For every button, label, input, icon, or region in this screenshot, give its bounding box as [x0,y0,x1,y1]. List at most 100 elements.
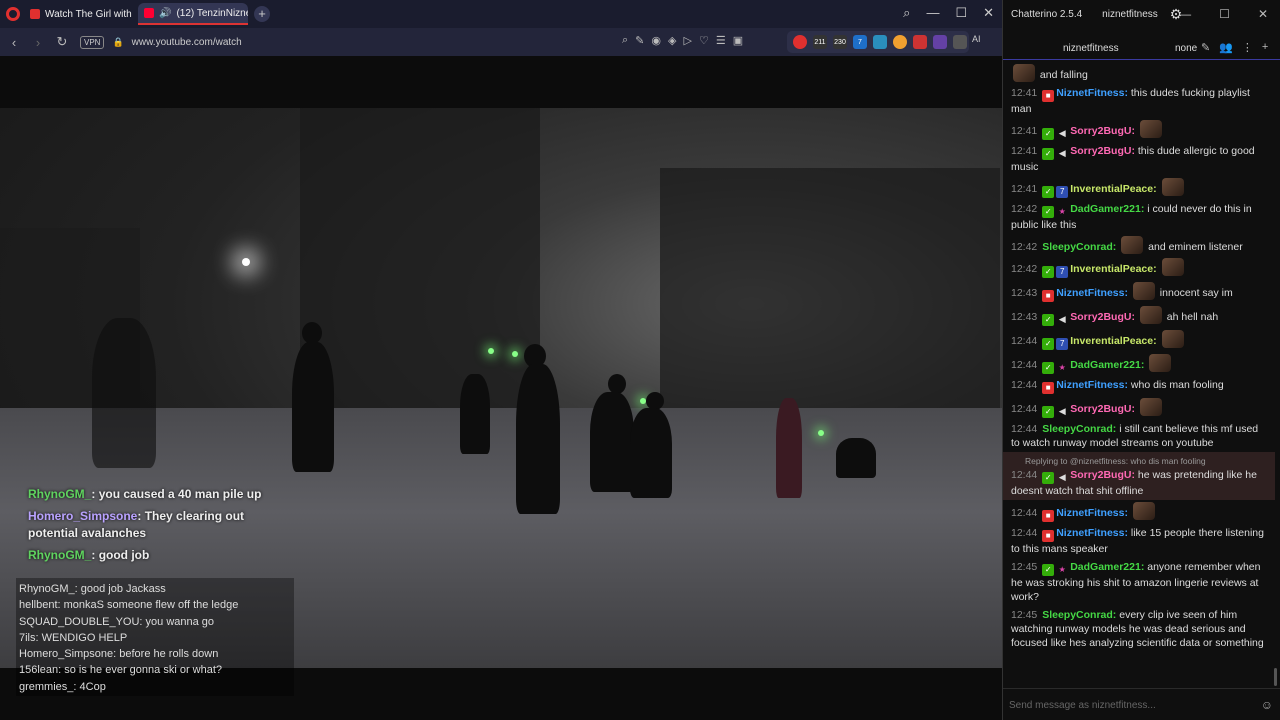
add-split-icon[interactable]: + [1262,41,1268,54]
speaker-badge-icon[interactable]: ◀ [1056,471,1068,483]
chat-scrollbar[interactable] [1274,62,1279,686]
reply-context[interactable]: Replying to @niznetfitness: who dis man … [1011,454,1267,468]
chat-username[interactable]: NiznetFitness: [1056,527,1131,539]
youtube-badge-icon[interactable]: ■ [1042,530,1055,542]
menu-icon[interactable]: ☰ [716,34,726,47]
chat-username[interactable]: DadGamer221: [1070,359,1147,371]
emote-image[interactable] [1161,330,1184,348]
chat-username[interactable]: NiznetFitness: [1056,379,1131,391]
chat-username[interactable]: Sorry2BugU: [1070,403,1138,415]
twitch-extension-icon[interactable] [933,35,947,49]
mod-badge-icon[interactable]: ✓ [1042,128,1055,140]
youtube-badge-icon[interactable]: ■ [1042,90,1055,102]
7tv-badge-icon[interactable]: 7 [1056,186,1069,198]
chat-username[interactable]: Sorry2BugU: [1070,145,1138,157]
extension-badge-230[interactable]: 230 [833,35,847,49]
chat-message[interactable]: 12:44 ■ NiznetFitness: who dis man foolin… [1003,376,1275,396]
chat-message[interactable]: Replying to @niznetfitness: who dis man … [1003,452,1275,500]
chat-message[interactable]: 12:44 ✓ 7 InverentialPeace: [1003,328,1275,352]
new-tab-button[interactable]: + [254,6,270,22]
mod-badge-icon[interactable]: ✓ [1042,564,1055,576]
sub-badge-icon[interactable]: ★ [1056,206,1068,218]
ext-icon[interactable] [873,35,887,49]
chat-mode[interactable]: none [1175,43,1197,54]
chat-username[interactable]: InverentialPeace: [1070,335,1159,347]
7tv-extension-icon[interactable]: 7 [853,35,867,49]
ext-icon[interactable] [893,35,907,49]
search-icon[interactable]: ⌕ [622,34,628,47]
mod-badge-icon[interactable]: ✓ [1042,406,1055,418]
chat-message[interactable]: 12:45 ✓ ★ DadGamer221: anyone remember whe… [1003,558,1275,606]
chat-username[interactable]: SleepyConrad: [1042,609,1119,621]
sub-badge-icon[interactable]: ★ [1056,362,1068,374]
emote-image[interactable] [1013,64,1035,82]
record-extension-icon[interactable] [793,35,807,49]
chat-username[interactable]: SleepyConrad: [1042,423,1119,435]
mod-badge-icon[interactable]: ✓ [1042,206,1055,218]
emote-image[interactable] [1139,306,1162,324]
mod-badge-icon[interactable]: ✓ [1042,186,1055,198]
channel-name[interactable]: niznetfitness [1063,43,1119,54]
chat-message[interactable]: 12:41 ✓ ◀ Sorry2BugU: this dude allergic t… [1003,142,1275,176]
users-icon[interactable]: 👥 [1219,41,1233,54]
mod-badge-icon[interactable]: ✓ [1042,338,1055,350]
account-name[interactable]: niznetfitness [1102,9,1158,20]
vpn-badge[interactable]: VPN [80,35,105,49]
ext-icon[interactable] [913,35,927,49]
minimize-button[interactable]: — [1179,7,1191,21]
reload-icon[interactable]: ↻ [50,34,74,50]
emote-image[interactable] [1121,236,1144,254]
edit-icon[interactable]: ✎ [635,34,644,47]
mod-badge-icon[interactable]: ✓ [1042,148,1055,160]
chat-username[interactable]: InverentialPeace: [1070,183,1159,195]
chat-username[interactable]: NiznetFitness: [1056,507,1131,519]
emote-image[interactable] [1139,398,1162,416]
chat-message[interactable]: 12:41 ■ NiznetFitness: this dudes fucking… [1003,84,1275,118]
chat-messages[interactable]: and falling 12:41 ■ NiznetFitness: this du… [1003,62,1275,686]
opera-logo-icon[interactable] [6,7,20,21]
chat-message[interactable]: 12:42 ✓ 7 InverentialPeace: [1003,256,1275,280]
chat-username[interactable]: SleepyConrad: [1042,241,1119,253]
7tv-badge-icon[interactable]: 7 [1056,266,1069,278]
minimize-button[interactable]: — [926,5,939,21]
mod-badge-icon[interactable]: ✓ [1042,314,1055,326]
emote-image[interactable] [1132,282,1155,300]
url-field[interactable]: www.youtube.com/watch [132,37,242,48]
chat-message[interactable]: 12:41 ✓ 7 InverentialPeace: [1003,176,1275,200]
chat-message[interactable]: 12:44 ■ NiznetFitness: like 15 people the… [1003,524,1275,558]
wallet-icon[interactable]: ▣ [733,34,743,47]
back-icon[interactable]: ‹ [2,35,26,50]
chat-username[interactable]: Sorry2BugU: [1070,469,1138,481]
chat-username[interactable]: NiznetFitness: [1056,287,1131,299]
emote-image[interactable] [1161,178,1184,196]
chat-message[interactable]: 12:44 ■ NiznetFitness: [1003,500,1275,524]
speaker-badge-icon[interactable]: ◀ [1056,313,1068,325]
chat-message[interactable]: 12:45 SleepyConrad: every clip ive seen … [1003,606,1275,652]
maximize-button[interactable]: ☐ [955,5,967,21]
7tv-badge-icon[interactable]: 7 [1056,338,1069,350]
video-player[interactable]: RhynoGM_: you caused a 40 man pile up Ho… [0,56,1002,720]
emote-image[interactable] [1132,502,1155,520]
youtube-badge-icon[interactable]: ■ [1042,382,1055,394]
maximize-button[interactable]: ☐ [1219,7,1230,21]
mod-badge-icon[interactable]: ✓ [1042,266,1055,278]
chat-message[interactable]: and falling [1003,62,1275,84]
extension-badge-211[interactable]: 211 [813,35,827,49]
chat-message[interactable]: 12:44 ✓ ★ DadGamer221: [1003,352,1275,376]
emote-image[interactable] [1161,258,1184,276]
more-icon[interactable]: ⋮ [1242,41,1253,54]
speaker-badge-icon[interactable]: ◀ [1056,127,1068,139]
youtube-badge-icon[interactable]: ■ [1042,510,1055,522]
chat-message[interactable]: 12:43 ■ NiznetFitness: innocent say im [1003,280,1275,304]
ai-button[interactable]: AI [972,34,981,44]
tab-youtube-active[interactable]: 🔊 (12) TenzinNiznet 202 [138,3,248,25]
speaker-badge-icon[interactable]: ◀ [1056,147,1068,159]
mod-badge-icon[interactable]: ✓ [1042,472,1055,484]
shield-icon[interactable]: ◈ [668,34,676,47]
heart-icon[interactable]: ♡ [699,34,709,47]
emote-image[interactable] [1149,354,1172,372]
camera-icon[interactable]: ◉ [651,34,661,47]
chat-message[interactable]: 12:41 ✓ ◀ Sorry2BugU: [1003,118,1275,142]
chat-username[interactable]: DadGamer221: [1070,561,1147,573]
lock-icon[interactable]: 🔒 [112,37,123,48]
